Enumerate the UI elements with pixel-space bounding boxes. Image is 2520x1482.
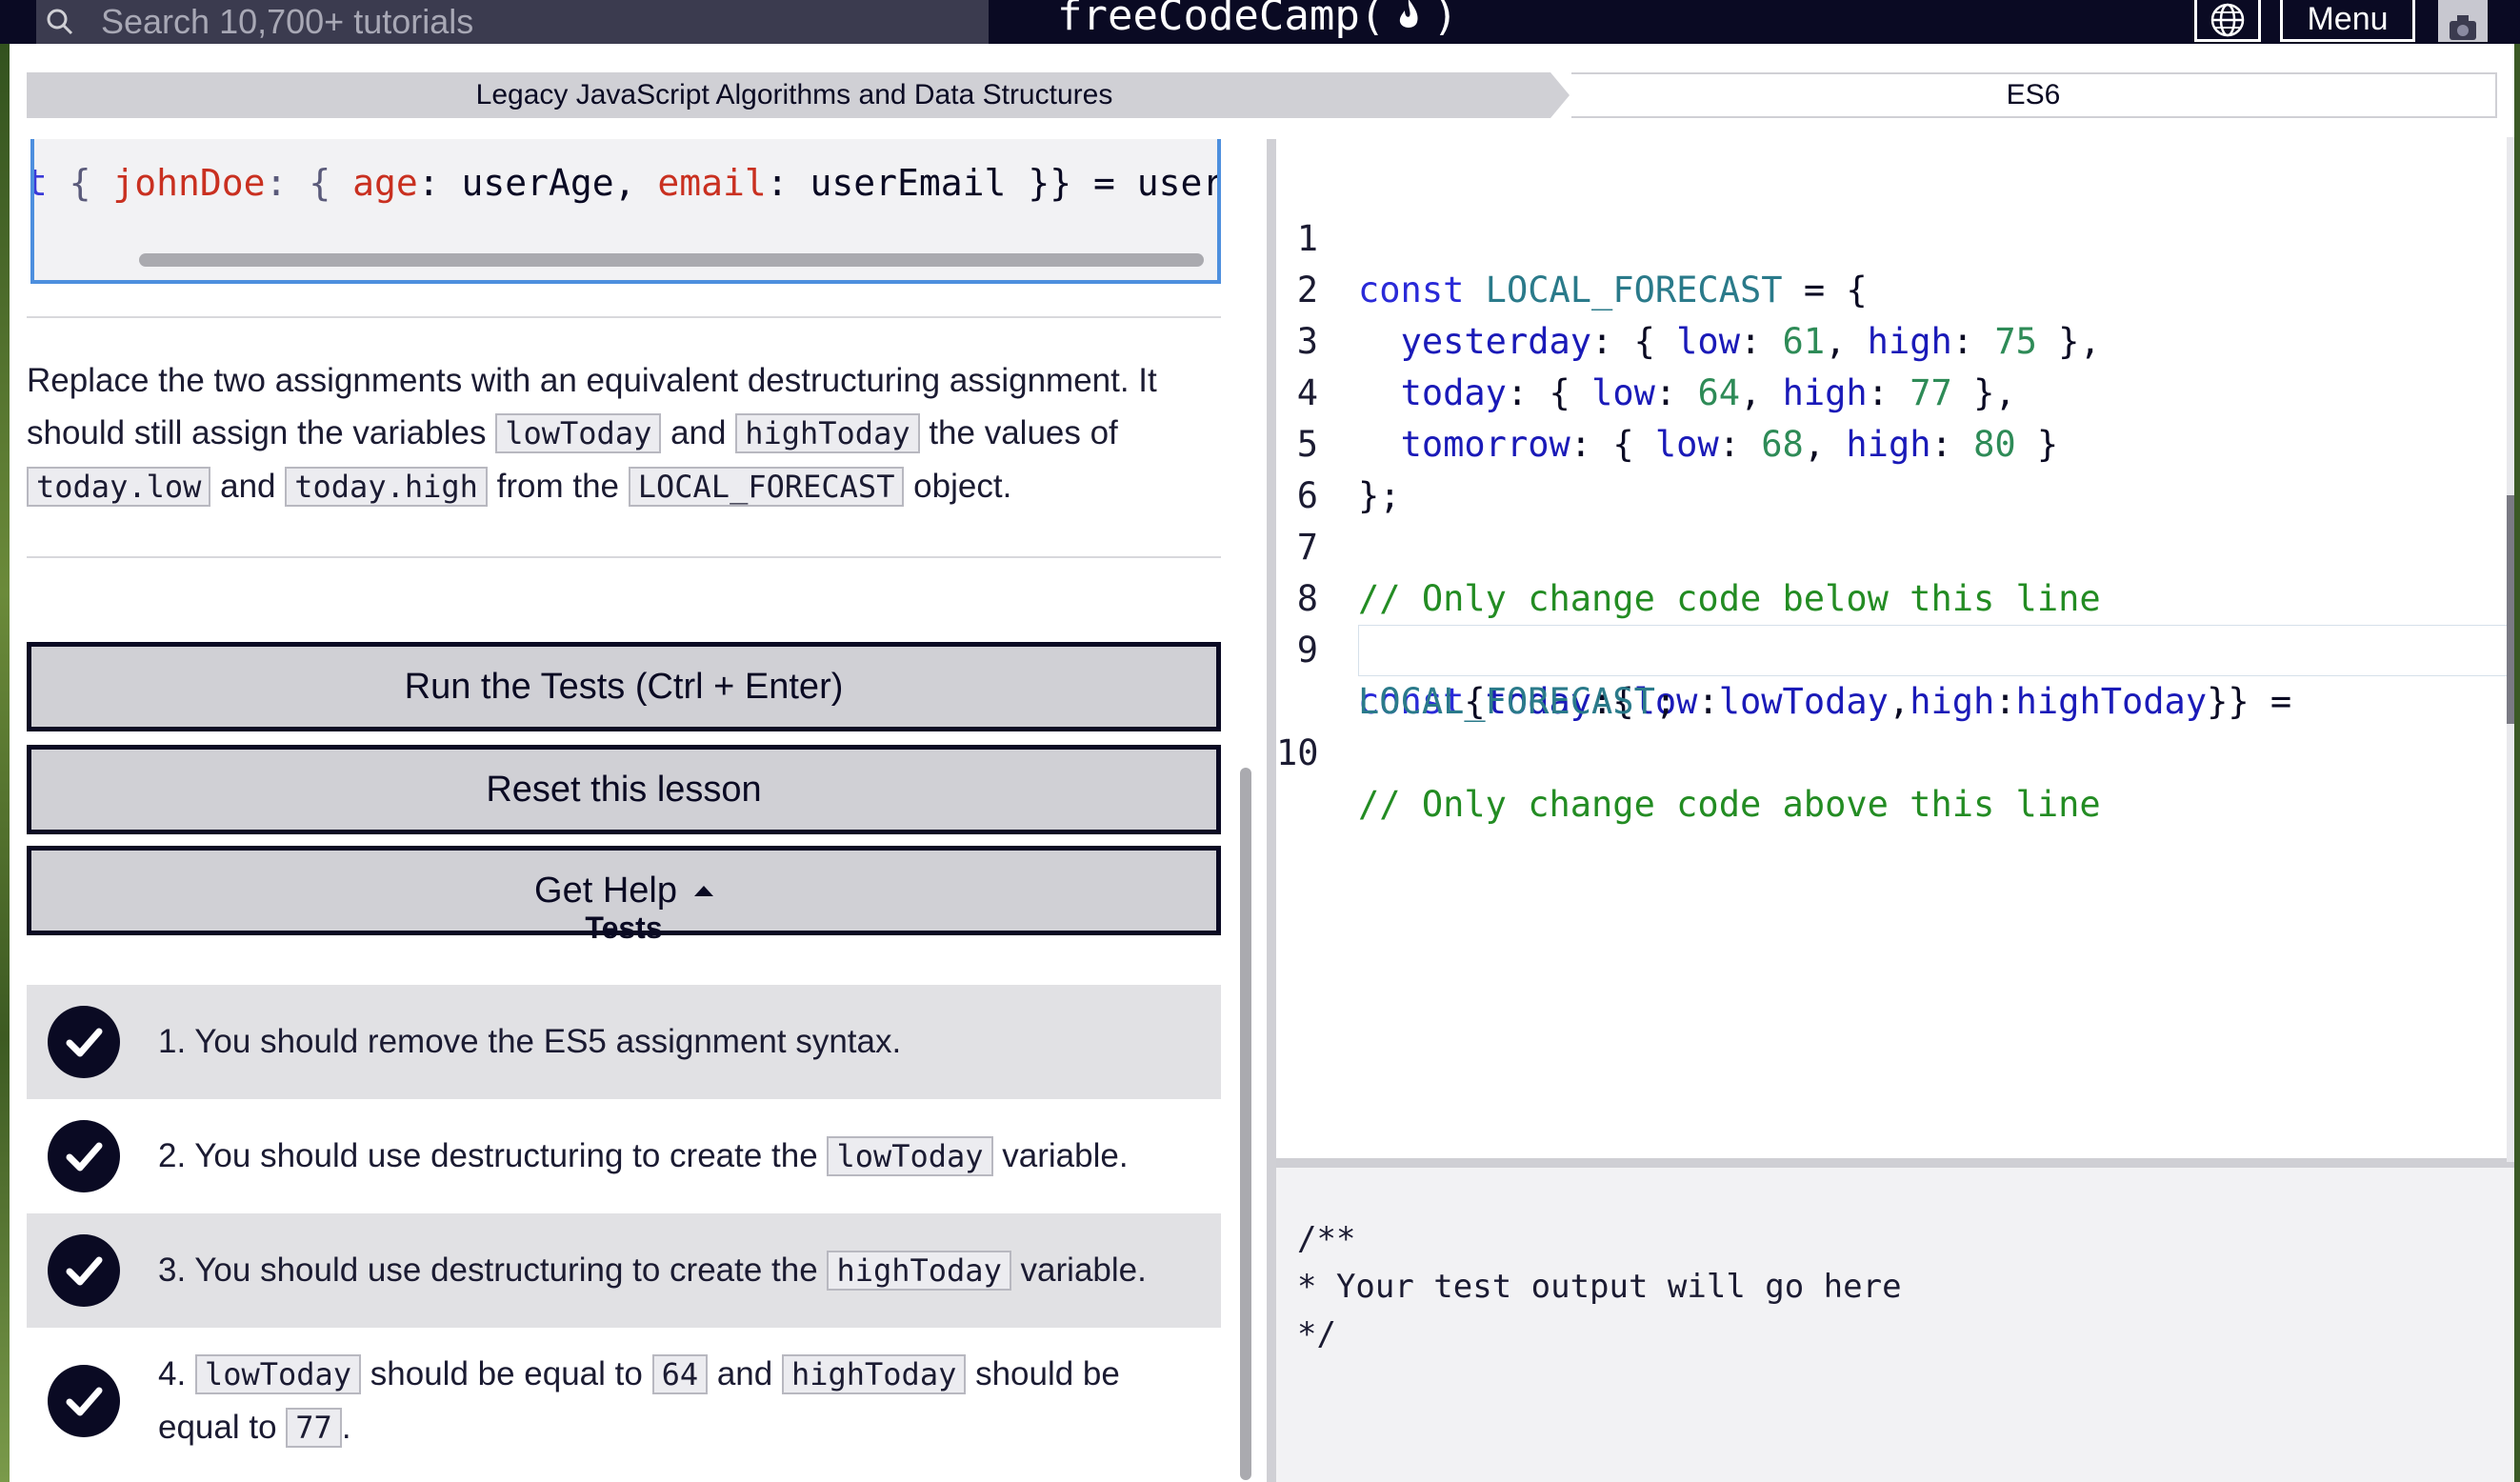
divider	[27, 316, 1221, 318]
check-icon	[48, 1365, 120, 1437]
test-text: 2. You should use destructuring to creat…	[158, 1136, 1129, 1176]
search-bar[interactable]: Search 10,700+ tutorials	[36, 0, 989, 44]
search-input[interactable]: Search 10,700+ tutorials	[101, 2, 473, 42]
check-icon	[48, 1006, 120, 1078]
reset-lesson-button[interactable]: Reset this lesson	[27, 745, 1221, 834]
get-help-label: Get Help	[534, 870, 677, 911]
example-code: st { johnDoe: { age: userAge, email: use…	[34, 162, 1221, 204]
breadcrumb-superblock[interactable]: Legacy JavaScript Algorithms and Data St…	[27, 72, 1570, 118]
inline-code: today.low	[27, 467, 211, 507]
editor-line-wrapped: LOCAL_FORECAST;	[1358, 681, 1677, 722]
test-item: 4. lowToday should be equal to 64 and hi…	[27, 1330, 1221, 1472]
challenge-description: Replace the two assignments with an equi…	[27, 362, 1157, 507]
user-avatar[interactable]	[2438, 0, 2488, 42]
desktop-background-right	[2514, 0, 2520, 1482]
breadcrumb-block-label: ES6	[2006, 79, 2061, 110]
test-output-panel: /** * Your test output will go here */	[1276, 1168, 2514, 1482]
brand-text-right: )	[1432, 0, 1458, 40]
test-item: 1. You should remove the ES5 assignment …	[27, 985, 1221, 1099]
breadcrumb-superblock-label: Legacy JavaScript Algorithms and Data St…	[475, 79, 1113, 110]
editor-line: 9 const{today:{low:lowToday,high:highTod…	[1276, 573, 2514, 722]
desktop-background-left	[0, 0, 10, 1482]
inline-code: 77	[286, 1408, 342, 1448]
editor-line: 1 const LOCAL_FORECAST = {	[1276, 162, 2514, 310]
caret-up-icon	[693, 885, 713, 896]
editor-line: 10 // Only change code above this line	[1276, 676, 2514, 825]
test-text: 4. lowToday should be equal to 64 and hi…	[158, 1354, 1120, 1448]
inline-code: LOCAL_FORECAST	[628, 467, 905, 507]
test-output-text: /** * Your test output will go here */	[1297, 1220, 1902, 1353]
inline-code: highToday	[735, 413, 920, 453]
test-text: 3. You should use destructuring to creat…	[158, 1251, 1147, 1291]
line-number: 10	[1276, 732, 1319, 773]
check-icon	[48, 1234, 120, 1307]
globe-icon	[2210, 3, 2245, 36]
inline-code: highToday	[781, 1354, 967, 1394]
code-block-scrollbar[interactable]	[139, 253, 1204, 267]
search-icon	[47, 9, 73, 35]
example-code-block[interactable]: st { johnDoe: { age: userAge, email: use…	[30, 139, 1221, 284]
run-tests-label: Run the Tests (Ctrl + Enter)	[404, 666, 844, 707]
run-tests-button[interactable]: Run the Tests (Ctrl + Enter)	[27, 642, 1221, 731]
editor-line: 6	[1276, 419, 2514, 516]
brand-logo[interactable]: freeCodeCamp( )	[1057, 0, 1458, 42]
breadcrumb: Legacy JavaScript Algorithms and Data St…	[27, 72, 2497, 118]
editor-line: 7 // Only change code below this line	[1276, 471, 2514, 619]
test-text: 1. You should remove the ES5 assignment …	[158, 1023, 902, 1060]
editor-line: 8	[1276, 522, 2514, 619]
divider	[27, 556, 1221, 558]
breadcrumb-block[interactable]: ES6	[1571, 72, 2497, 118]
inline-code: today.high	[285, 467, 488, 507]
reset-lesson-label: Reset this lesson	[486, 769, 762, 810]
avatar-icon	[2450, 15, 2476, 40]
challenge-page: Legacy JavaScript Algorithms and Data St…	[10, 44, 2514, 1482]
inline-code: lowToday	[495, 413, 662, 453]
flame-icon	[1400, 0, 1418, 28]
editor-scrollbar-thumb[interactable]	[2507, 495, 2514, 724]
editor-line: 2 yesterday: { low: 61, high: 75 },	[1276, 213, 2514, 362]
inline-code: 64	[651, 1354, 709, 1394]
instructions-scrollbar[interactable]	[1240, 768, 1251, 1480]
inline-code: lowToday	[827, 1136, 993, 1176]
instructions-panel: st { johnDoe: { age: userAge, email: use…	[27, 139, 1221, 1482]
editor-line: 3 today: { low: 64, high: 77 },	[1276, 265, 2514, 413]
tests-heading: Tests	[585, 911, 663, 945]
pane-resize-handle[interactable]	[1267, 139, 1276, 1482]
check-icon	[48, 1120, 120, 1192]
test-item: 2. You should use destructuring to creat…	[27, 1099, 1221, 1213]
editor-line: 5 };	[1276, 368, 2514, 516]
top-navbar: Search 10,700+ tutorials freeCodeCamp( )…	[0, 0, 2520, 44]
code-editor[interactable]: 1 const LOCAL_FORECAST = { 2 yesterday: …	[1276, 139, 2514, 1168]
menu-button[interactable]: Menu	[2280, 0, 2415, 42]
inline-code: lowToday	[194, 1354, 362, 1394]
inline-code: highToday	[827, 1251, 1011, 1291]
editor-output-resize-handle[interactable]	[1276, 1158, 2514, 1168]
test-item: 3. You should use destructuring to creat…	[27, 1213, 1221, 1328]
language-button[interactable]	[2194, 0, 2261, 42]
brand-text-left: freeCodeCamp(	[1057, 0, 1386, 40]
editor-line: 4 tomorrow: { low: 68, high: 80 }	[1276, 316, 2514, 465]
